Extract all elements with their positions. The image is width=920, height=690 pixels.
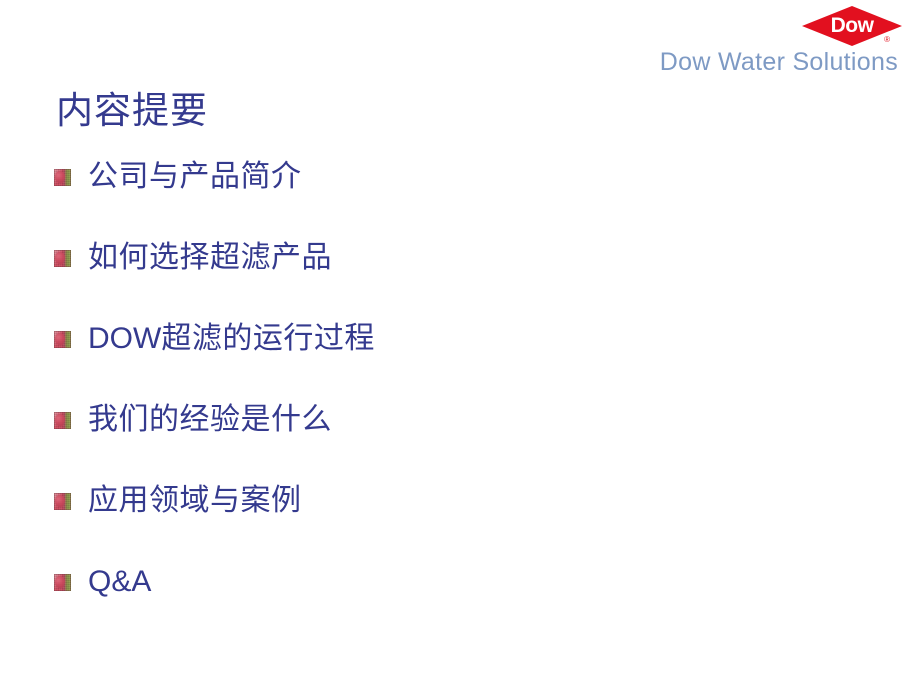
picture-bullet-icon <box>54 412 71 429</box>
list-item-label: DOW超滤的运行过程 <box>88 322 375 357</box>
picture-bullet-icon <box>54 250 71 267</box>
list-item: 我们的经验是什么 <box>54 403 874 484</box>
picture-bullet-icon <box>54 331 71 348</box>
list-item-label-cjk: 超滤的运行过程 <box>161 322 375 355</box>
list-item: 应用领域与案例 <box>54 484 874 565</box>
presentation-slide: Dow ® Dow Water Solutions 内容提要 公司与产品简介 如… <box>0 0 920 690</box>
brand-header: Dow ® Dow Water Solutions <box>660 0 920 86</box>
list-item-label-latin: DOW <box>88 322 162 355</box>
agenda-bullet-list: 公司与产品简介 如何选择超滤产品 DOW超滤的运行过程 我们的经验是什么 应用领… <box>54 160 874 646</box>
list-item-label: 应用领域与案例 <box>88 484 302 517</box>
list-item: 如何选择超滤产品 <box>54 241 874 322</box>
list-item-label: Q&A <box>88 565 152 598</box>
picture-bullet-icon <box>54 493 71 510</box>
picture-bullet-icon <box>54 574 71 591</box>
picture-bullet-icon <box>54 169 71 186</box>
dow-diamond-logo: Dow ® <box>802 6 902 46</box>
list-item-label: 我们的经验是什么 <box>88 403 332 436</box>
list-item: 公司与产品简介 <box>54 160 874 241</box>
brand-tagline: Dow Water Solutions <box>659 48 898 76</box>
list-item: Q&A <box>54 565 874 646</box>
list-item-label: 如何选择超滤产品 <box>88 241 332 274</box>
registered-trademark-icon: ® <box>884 35 890 44</box>
list-item: DOW超滤的运行过程 <box>54 322 874 403</box>
slide-title: 内容提要 <box>56 91 208 132</box>
list-item-label: 公司与产品简介 <box>88 160 302 193</box>
